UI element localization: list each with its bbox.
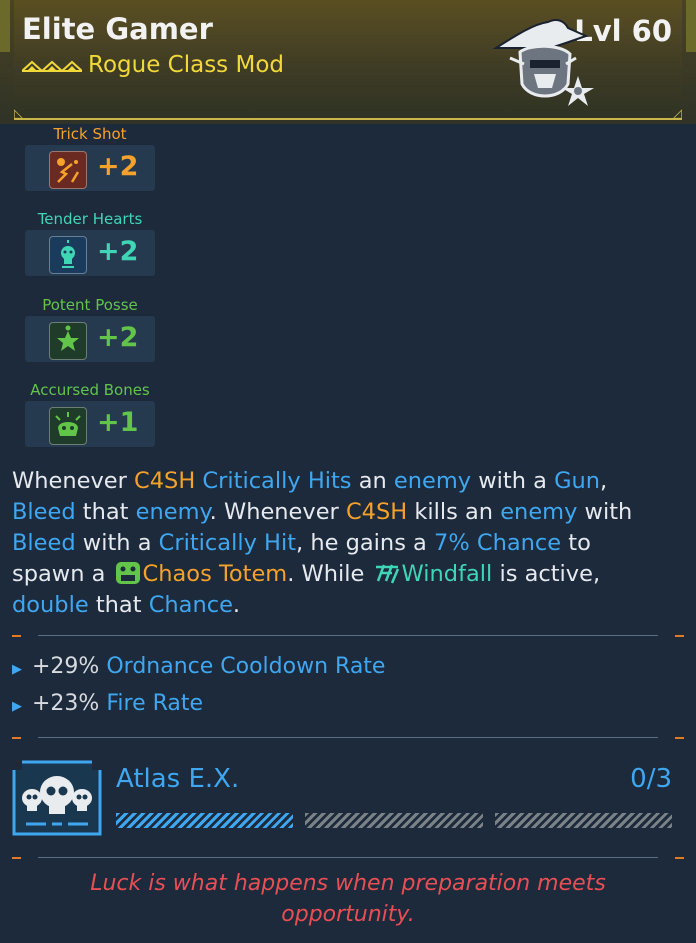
progress-segment: [494, 813, 672, 828]
manufacturer-progress-count: 0/3: [630, 764, 672, 794]
skill-name: Tender Hearts: [37, 210, 143, 228]
skill-value: +2: [97, 236, 139, 267]
stat-ordnance-cooldown: ▶ +29% Ordnance Cooldown Rate: [12, 654, 386, 679]
kw-chance: 7% Chance: [434, 530, 562, 556]
kw-bleed: Bleed: [12, 499, 76, 525]
caret-right-icon: ▶: [12, 662, 22, 677]
kw-enemy: enemy: [393, 468, 472, 494]
skill-name: Accursed Bones: [30, 381, 150, 399]
kw-gun: Gun: [554, 468, 601, 494]
accursed-bones-icon: [49, 407, 87, 445]
kw-critically-hit: Critically Hit: [158, 530, 297, 556]
kw-windfall: Windfall: [401, 561, 493, 587]
skill-box: +2: [25, 316, 155, 362]
kw-bleed: Bleed: [12, 530, 76, 556]
kw-double: double: [12, 592, 89, 618]
skill-box: +2: [25, 145, 155, 191]
flavor-text: Luck is what happens when preparation me…: [90, 871, 606, 927]
potent-posse-icon: [49, 322, 87, 360]
skill-value: +2: [97, 322, 139, 353]
chevron-rarity-icon: [22, 60, 82, 72]
skill-value: +1: [97, 407, 139, 438]
divider: [12, 857, 684, 859]
skill-accursed-bones[interactable]: Accursed Bones +1: [25, 381, 155, 451]
item-type: Rogue Class Mod: [88, 52, 284, 78]
chaos-totem-icon: [115, 562, 140, 584]
caret-right-icon: ▶: [12, 699, 22, 714]
trick-shot-icon: [49, 151, 87, 189]
skill-box: +2: [25, 230, 155, 276]
kw-c4sh: C4SH: [134, 468, 196, 494]
progress-segment: [116, 813, 294, 828]
divider: [12, 737, 684, 739]
robot-cowboy-portrait-icon: [492, 19, 594, 106]
kw-c4sh: C4SH: [345, 499, 408, 525]
tender-hearts-icon: [49, 236, 87, 274]
skill-name: Trick Shot: [53, 125, 127, 143]
item-name: Elite Gamer: [22, 12, 213, 46]
skill-tender-hearts[interactable]: Tender Hearts +2: [25, 210, 155, 280]
kw-critically-hits: Critically Hits: [202, 468, 352, 494]
kw-enemy: enemy: [500, 499, 578, 525]
skill-value: +2: [97, 151, 139, 182]
header-right-accent: [686, 0, 696, 52]
header-left-accent: [0, 0, 10, 52]
skill-trick-shot[interactable]: Trick Shot +2: [25, 125, 155, 195]
item-description: Whenever C4SH Critically Hits an enemy w…: [12, 468, 633, 618]
skill-name: Potent Posse: [42, 296, 138, 314]
divider: [12, 635, 684, 637]
kw-chance: Chance: [148, 592, 233, 618]
progress-segment: [305, 813, 483, 828]
skill-box: +1: [25, 401, 155, 447]
skill-potent-posse[interactable]: Potent Posse +2: [25, 296, 155, 366]
item-header: Elite Gamer Rogue Class Mod Lvl 60 ◺ ◿: [0, 0, 696, 124]
kw-chaos-totem: Chaos Totem: [142, 561, 288, 587]
skulls-icon: [12, 760, 102, 836]
kw-enemy: enemy: [135, 499, 210, 525]
windfall-icon: [375, 564, 399, 584]
manufacturer-name: Atlas E.X.: [116, 764, 240, 794]
stat-fire-rate: ▶ +23% Fire Rate: [12, 691, 204, 716]
